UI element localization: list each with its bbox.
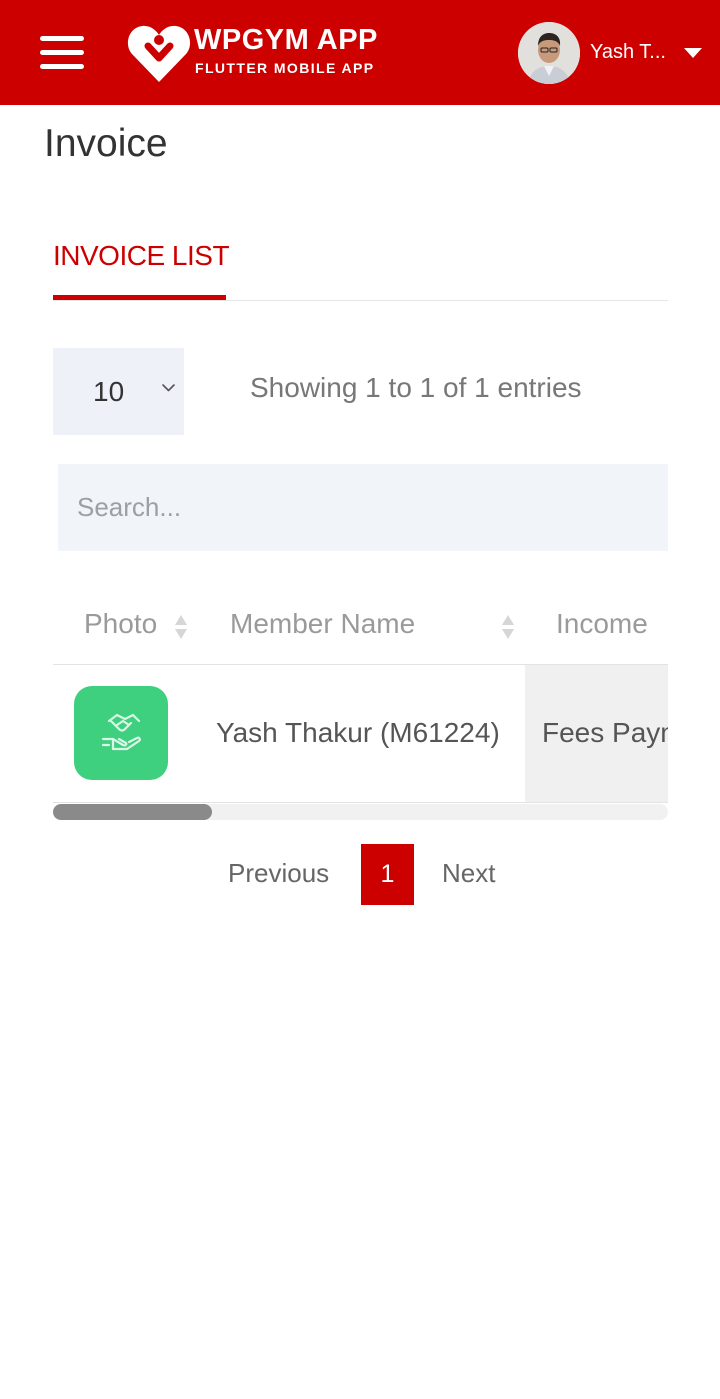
- entries-info: Showing 1 to 1 of 1 entries: [250, 372, 582, 403]
- caret-down-icon[interactable]: [684, 48, 702, 58]
- chevron-down-icon: [162, 384, 175, 392]
- tab-divider: [53, 300, 668, 301]
- column-header-income[interactable]: Income: [556, 608, 648, 640]
- brand-subtitle: FLUTTER MOBILE APP: [195, 60, 375, 76]
- scrollbar-thumb[interactable]: [53, 804, 212, 820]
- invoice-photo: [74, 686, 168, 780]
- menu-icon[interactable]: [38, 34, 86, 72]
- app-header: WPGYM APP FLUTTER MOBILE APP Yash T...: [0, 0, 720, 105]
- column-header-photo[interactable]: Photo: [84, 608, 157, 640]
- table-row[interactable]: Yash Thakur (M61224) Fees Payment: [53, 665, 668, 803]
- column-header-member-name[interactable]: Member Name: [230, 608, 415, 640]
- income-text: Fees Payment: [542, 717, 668, 748]
- heart-logo-icon: [127, 25, 191, 82]
- page-title: Invoice: [44, 122, 168, 165]
- user-menu[interactable]: Yash T...: [518, 22, 708, 84]
- page-1-button[interactable]: 1: [361, 844, 414, 905]
- member-name-cell: Yash Thakur (M61224): [216, 717, 500, 748]
- previous-page-button[interactable]: Previous: [228, 858, 329, 889]
- user-name: Yash T...: [590, 41, 666, 63]
- next-page-button[interactable]: Next: [442, 858, 495, 889]
- sort-icon[interactable]: [173, 613, 189, 641]
- tab-invoice-list[interactable]: INVOICE LIST: [53, 240, 230, 272]
- app-logo: WPGYM APP FLUTTER MOBILE APP: [126, 20, 406, 86]
- page-length-select[interactable]: 10: [53, 348, 184, 435]
- sort-icon[interactable]: [500, 613, 516, 641]
- page-length-value: 10: [93, 376, 125, 407]
- brand-title: WPGYM APP: [194, 24, 378, 56]
- row-divider: [53, 802, 668, 803]
- handshake-icon: [101, 713, 141, 751]
- income-cell: Fees Payment: [525, 665, 668, 803]
- horizontal-scrollbar[interactable]: [53, 804, 668, 820]
- avatar: [518, 22, 580, 84]
- invoice-table: Photo Member Name Income Yash Thakur (M6…: [53, 588, 668, 804]
- search-input[interactable]: [58, 464, 668, 551]
